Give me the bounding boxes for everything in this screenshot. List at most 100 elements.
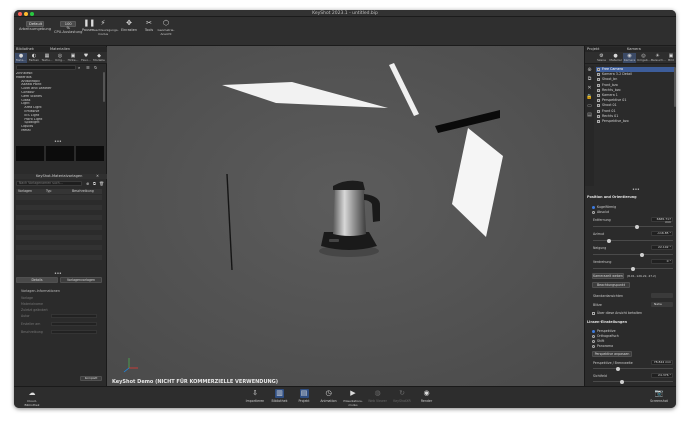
render-viewport[interactable]: KeyShot Demo (NICHT FÜR KOMMERZIELLE VER…: [107, 46, 584, 386]
perspective-input[interactable]: 78.844 mm: [651, 360, 673, 365]
slider-knob[interactable]: [619, 379, 624, 384]
add-icon[interactable]: ⊕: [86, 181, 89, 186]
scene-render[interactable]: [107, 46, 584, 386]
tab-favorites[interactable]: ♥ Favo...: [80, 53, 92, 63]
azimuth-slider[interactable]: [593, 238, 673, 243]
tab-material[interactable]: ● Material: [609, 53, 622, 63]
camera-list-item[interactable]: Perspektive_bzo: [596, 119, 675, 124]
slider-knob[interactable]: [634, 224, 639, 229]
slider-knob[interactable]: [640, 252, 645, 257]
table-row[interactable]: [16, 260, 102, 265]
add-camera-icon[interactable]: ⊕: [585, 66, 594, 75]
incline-input[interactable]: 22.102 °: [651, 245, 673, 250]
author-field[interactable]: [51, 314, 97, 318]
tree-scrollbar[interactable]: [103, 72, 105, 102]
cloud-library-button[interactable]: ☁ Cloud-Bibliothek: [21, 389, 43, 407]
screenshot-label: Screenshot: [650, 399, 668, 403]
radio-shift[interactable]: [592, 340, 596, 344]
ribbon-btn-präsentations-modus[interactable]: ▶ Präsentations-modus: [342, 389, 364, 407]
cpu-select[interactable]: 100 %: [60, 21, 77, 30]
ribbon-btn-render[interactable]: ◉ Render: [416, 389, 438, 403]
tab-backplates[interactable]: ▣ Hinte...: [67, 53, 79, 63]
kettle-body[interactable]: [333, 188, 366, 236]
fov-slider[interactable]: [593, 379, 673, 384]
distance-slider[interactable]: [593, 224, 673, 229]
duplicate-camera-icon[interactable]: ⧉: [585, 75, 594, 84]
camera-position-button[interactable]: Kamerazeit weben: [592, 273, 624, 279]
view-select[interactable]: Nahe: [651, 302, 673, 307]
ribbon-btn-keyshotxr[interactable]: ↻ KeyShotXR: [391, 389, 413, 403]
material-thumbnail[interactable]: [46, 146, 74, 161]
ribbon-btn-web-viewer[interactable]: ◍ Web Viewer: [367, 389, 389, 403]
tab-models[interactable]: ◆ Modelle: [93, 53, 105, 63]
tab-colors[interactable]: ◐ Farben: [28, 53, 40, 63]
azimuth-input[interactable]: -116.85 °: [651, 231, 673, 236]
created-field[interactable]: [51, 322, 97, 326]
folder-icon[interactable]: ▭: [585, 102, 594, 111]
slider-knob[interactable]: [615, 366, 620, 371]
tab-materials[interactable]: ● Mate...: [15, 53, 27, 63]
copy-icon[interactable]: ⧉: [93, 181, 96, 186]
radio-relative[interactable]: [592, 206, 596, 210]
col-header[interactable]: Beschreibung: [72, 189, 94, 194]
delete-camera-icon[interactable]: ✕: [585, 84, 594, 93]
material-thumbnail[interactable]: [16, 146, 44, 161]
lock-camera-icon[interactable]: 🔒: [585, 93, 594, 102]
toolbar-btn-performance[interactable]: ⚡ Beschleunigungs- modus: [92, 20, 119, 37]
standard-views-select[interactable]: [651, 293, 673, 298]
tab-image[interactable]: ▣ Bild: [665, 53, 676, 63]
tab-camera[interactable]: ◉ Kamera: [623, 53, 636, 63]
template-search-input[interactable]: Nach Vorlagenamen such...: [16, 181, 82, 186]
twist-slider[interactable]: [593, 266, 673, 271]
section-position[interactable]: Position und Orientierung: [587, 195, 675, 200]
radio-orthographic[interactable]: [592, 335, 596, 339]
camera-name: Free Camera: [602, 67, 623, 71]
camera-name: Rechts_bzo: [602, 87, 621, 92]
screenshot-button[interactable]: 📷 Screenshot: [648, 389, 670, 403]
incline-slider[interactable]: [593, 252, 673, 257]
tab-lighting[interactable]: ☀ Beleuch...: [651, 53, 666, 63]
panel-splitter[interactable]: •••: [632, 187, 640, 193]
templates-tab-button[interactable]: Vorlagenvorlagen: [60, 277, 102, 283]
tree-item[interactable]: Metal: [16, 129, 100, 133]
adjust-perspective-button[interactable]: Perspektive anpassen: [592, 351, 632, 357]
focus-point-button[interactable]: Beachtungspunkt: [592, 282, 630, 288]
search-icon[interactable]: ⌕: [78, 65, 80, 70]
section-lens[interactable]: Linsen-Einstellungen: [587, 320, 675, 325]
radio-panorama[interactable]: [592, 345, 596, 349]
toolbar-btn-snap[interactable]: ✥ Einrasten: [118, 20, 140, 33]
radio-absolute[interactable]: [592, 211, 596, 215]
ribbon-btn-bibliothek[interactable]: ▥ Bibliothek: [269, 389, 291, 403]
toolbar-btn-geometry[interactable]: ⬡ Geometrie- Ansicht: [155, 20, 177, 37]
distance-input[interactable]: 6665.717 mm: [651, 217, 673, 223]
refresh-icon[interactable]: ↻: [94, 65, 97, 70]
panel-splitter[interactable]: •••: [54, 139, 62, 145]
description-field[interactable]: [51, 330, 97, 334]
slider-knob[interactable]: [631, 266, 635, 271]
tab-environment[interactable]: ◎ Umgeb...: [637, 53, 651, 63]
delete-icon[interactable]: 🗑: [99, 181, 104, 186]
ribbon-btn-importieren[interactable]: ⇩ Importieren: [244, 389, 266, 403]
ribbon-btn-projekt[interactable]: ▤ Projekt: [293, 389, 315, 403]
lock-view-checkbox[interactable]: [592, 312, 596, 316]
fov-input[interactable]: 24.376 °: [651, 373, 673, 378]
slider-knob[interactable]: [606, 238, 611, 243]
library-search-input[interactable]: [16, 65, 76, 70]
col-header[interactable]: Typ: [46, 189, 51, 194]
save-icon[interactable]: ▤: [585, 111, 594, 120]
tab-textures[interactable]: ▦ Textu...: [41, 53, 53, 63]
camera-list: Free Camera Kamera 3-2 Detail Shoot_bn Fron…: [596, 67, 675, 124]
col-header[interactable]: Vorlagen: [18, 189, 32, 194]
view-icon[interactable]: ☰: [86, 65, 90, 70]
details-tab-button[interactable]: Details: [16, 277, 58, 283]
tab-environments[interactable]: ◎ Umg...: [54, 53, 66, 63]
ribbon-btn-animation[interactable]: ◷ Animation: [318, 389, 340, 403]
close-icon[interactable]: ✕: [96, 174, 99, 179]
camera-list-scrollbar[interactable]: [674, 67, 676, 107]
perspective-slider[interactable]: [593, 366, 673, 371]
radio-perspective[interactable]: [592, 330, 596, 334]
mode-select[interactable]: Komplett: [80, 376, 102, 381]
tab-scene[interactable]: ⚙ Szene: [595, 53, 608, 63]
twist-input[interactable]: 0 °: [651, 259, 673, 264]
material-thumbnail[interactable]: [76, 146, 104, 161]
